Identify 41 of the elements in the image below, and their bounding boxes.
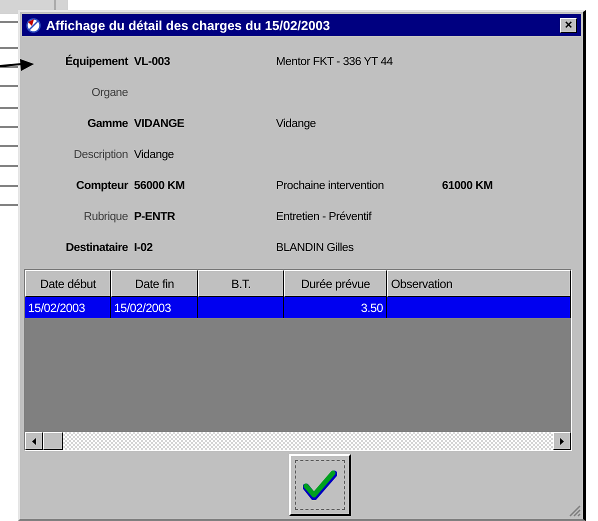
column-header[interactable]: Durée prévue <box>284 270 387 297</box>
field-detail: Entretien - Préventif <box>276 210 373 224</box>
horizontal-scrollbar[interactable] <box>25 432 571 450</box>
column-header[interactable]: Date fin <box>111 270 198 297</box>
field-label: Équipement <box>64 54 128 70</box>
column-header[interactable]: Observation <box>387 270 571 297</box>
arrow-icon <box>0 58 36 72</box>
table-cell: 15/02/2003 <box>25 297 111 318</box>
scroll-thumb[interactable] <box>43 432 63 450</box>
field-detail: Vidange <box>276 116 317 132</box>
close-button[interactable]: × <box>560 18 577 32</box>
window-title: Affichage du détail des charges du 15/02/2003 <box>46 18 331 32</box>
field-label: Description <box>72 148 128 162</box>
field-value: VIDANGE <box>134 116 186 132</box>
field-label: Destinataire <box>64 240 128 256</box>
resize-grip-icon[interactable] <box>569 505 581 517</box>
field-value: VL-003 <box>134 54 171 70</box>
left-arrow-icon <box>32 438 36 444</box>
ok-button[interactable] <box>288 454 350 516</box>
column-header[interactable]: B.T. <box>198 270 284 297</box>
column-header[interactable]: Date début <box>25 270 111 297</box>
field-label: Rubrique <box>82 210 128 224</box>
right-arrow-icon <box>560 438 564 444</box>
table-row[interactable]: 15/02/2003 15/02/2003 3.50 <box>25 297 571 318</box>
field-detail: Mentor FKT - 336 YT 44 <box>276 54 394 70</box>
field-value: 56000 KM <box>134 178 186 194</box>
table-cell: 15/02/2003 <box>111 297 198 318</box>
scroll-left-button[interactable] <box>25 432 43 450</box>
table-cell: 3.50 <box>284 297 387 318</box>
field-value: P-ENTR <box>134 210 176 224</box>
checkmark-icon <box>302 470 336 500</box>
field-detail: Prochaine intervention <box>276 178 385 194</box>
field-detail: BLANDIN Gilles <box>276 240 355 256</box>
field-value: 61000 KM <box>442 178 494 194</box>
field-label: Compteur <box>75 178 128 194</box>
field-label: Organe <box>90 86 128 100</box>
field-value: I-02 <box>134 240 154 256</box>
app-icon <box>26 18 41 32</box>
scroll-right-button[interactable] <box>553 432 571 450</box>
field-label: Gamme <box>86 116 128 132</box>
field-value: Vidange <box>134 148 175 162</box>
